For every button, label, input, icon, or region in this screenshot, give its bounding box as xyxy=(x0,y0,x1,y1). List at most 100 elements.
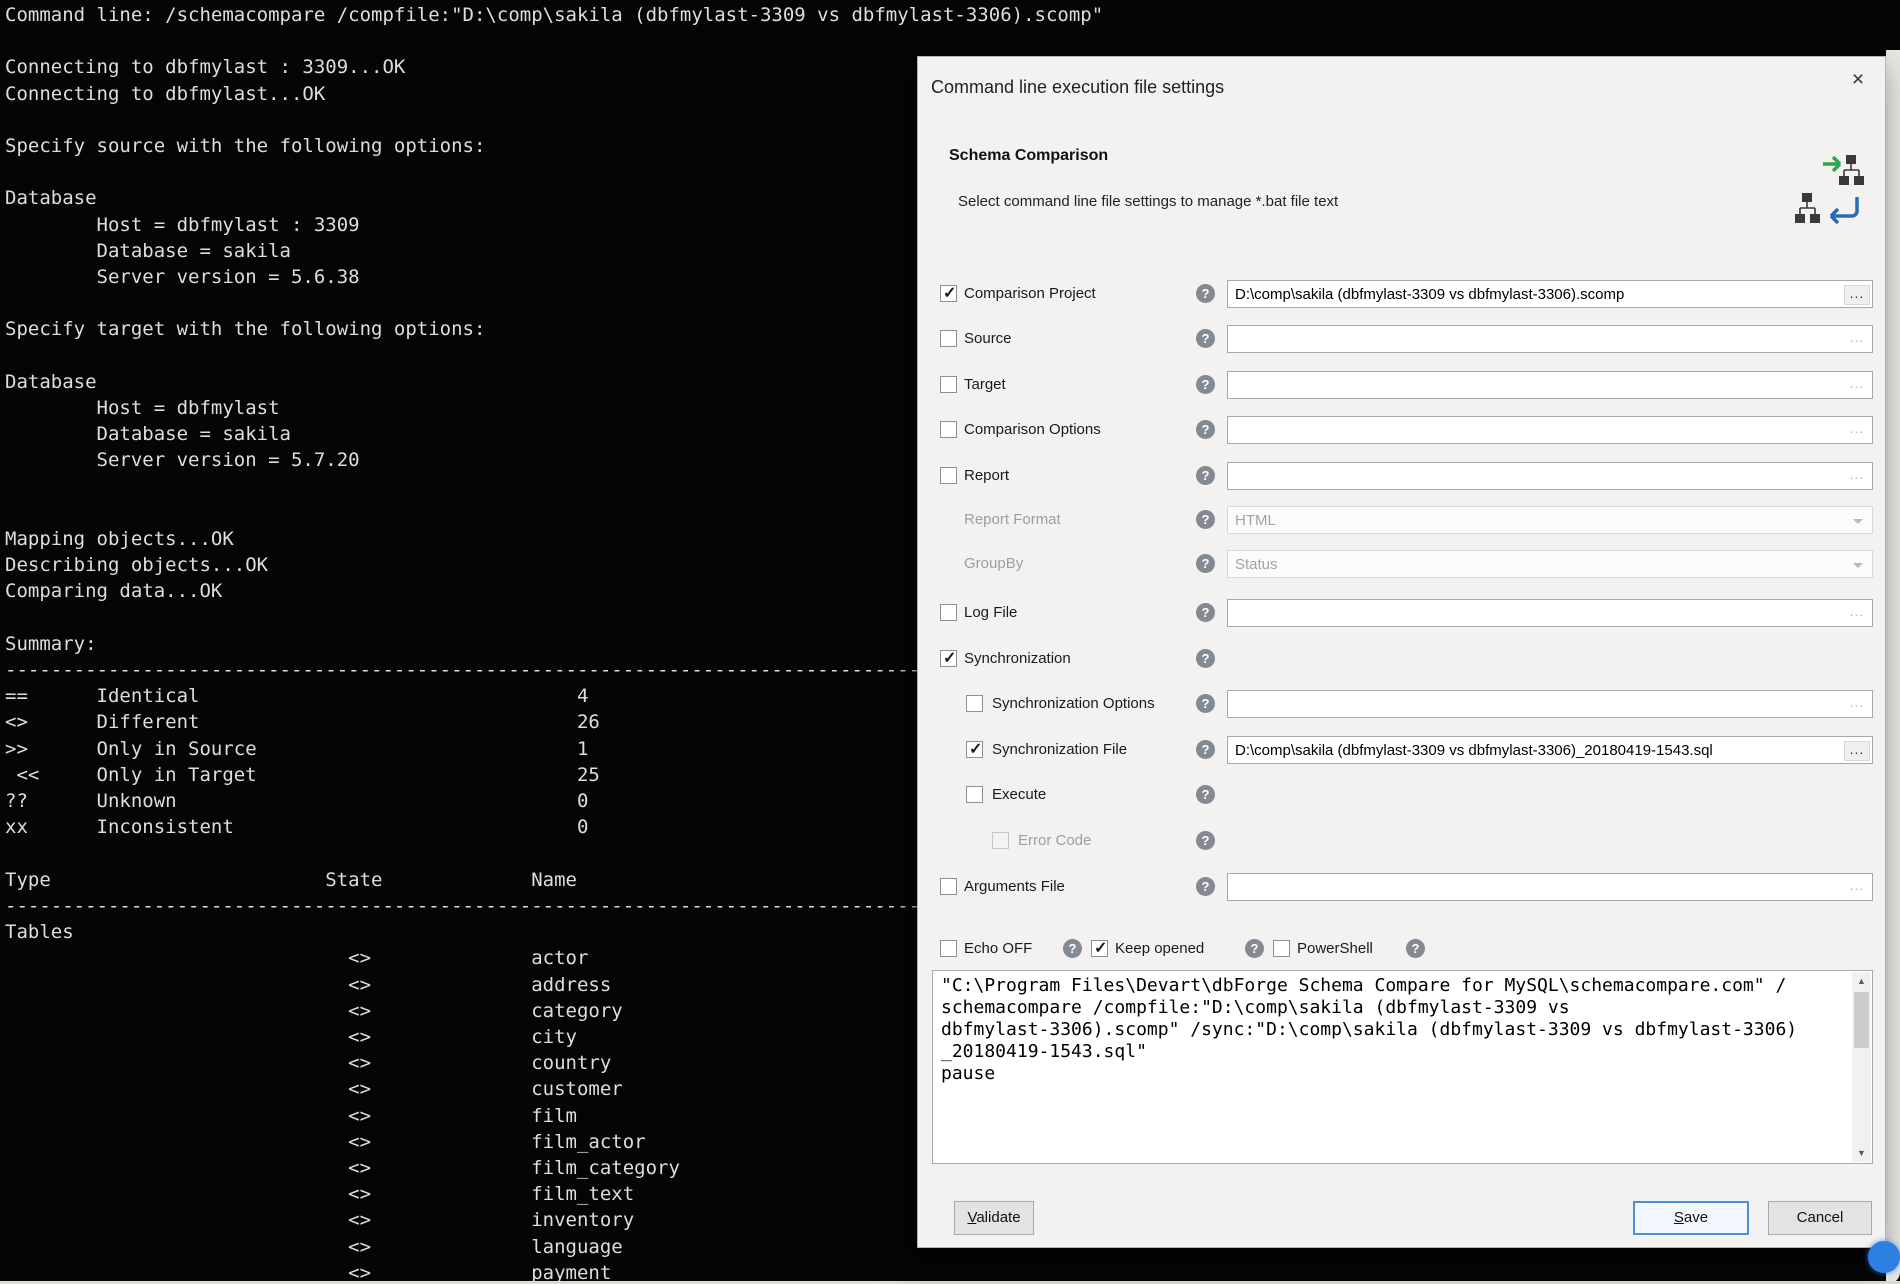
synchronization-label: Synchronization xyxy=(964,650,1071,667)
execute-checkbox[interactable] xyxy=(966,786,983,803)
powershell-label: PowerShell xyxy=(1297,940,1373,957)
help-icon[interactable]: ? xyxy=(1063,939,1082,958)
row-log-file: Log File ? ... xyxy=(918,598,1885,628)
synchronization-options-input[interactable]: ... xyxy=(1227,690,1873,718)
report-input[interactable]: ... xyxy=(1227,462,1873,490)
report-format-value: HTML xyxy=(1235,512,1276,529)
help-icon[interactable]: ? xyxy=(1196,466,1215,485)
error-code-label: Error Code xyxy=(1018,832,1091,849)
browse-button[interactable]: ... xyxy=(1844,741,1870,761)
help-icon[interactable]: ? xyxy=(1196,284,1215,303)
synchronization-file-value: D:\comp\sakila (dbfmylast-3309 vs dbfmyl… xyxy=(1235,742,1713,759)
source-input[interactable]: ... xyxy=(1227,325,1873,353)
scroll-up-icon[interactable] xyxy=(1852,972,1871,990)
browse-button[interactable]: ... xyxy=(1844,376,1870,396)
source-label: Source xyxy=(964,330,1012,347)
row-execute: Execute ? xyxy=(918,780,1885,810)
browse-button[interactable]: ... xyxy=(1844,604,1870,624)
help-icon[interactable]: ? xyxy=(1196,649,1215,668)
bat-text-area[interactable]: "C:\Program Files\Devart\dbForge Schema … xyxy=(932,970,1873,1164)
help-icon[interactable]: ? xyxy=(1196,740,1215,759)
row-error-code: Error Code ? xyxy=(918,826,1885,856)
dialog-title: Command line execution file settings xyxy=(931,77,1224,98)
row-target: Target ? ... xyxy=(918,370,1885,400)
groupby-label: GroupBy xyxy=(964,555,1023,572)
bat-text: "C:\Program Files\Devart\dbForge Schema … xyxy=(933,971,1872,1089)
synchronization-file-input[interactable]: D:\comp\sakila (dbfmylast-3309 vs dbfmyl… xyxy=(1227,736,1873,764)
comparison-project-label: Comparison Project xyxy=(964,285,1096,302)
comparison-project-value: D:\comp\sakila (dbfmylast-3309 vs dbfmyl… xyxy=(1235,286,1624,303)
screen: Command line: /schemacompare /compfile:"… xyxy=(0,0,1900,1284)
arguments-file-input[interactable]: ... xyxy=(1227,873,1873,901)
help-icon[interactable]: ? xyxy=(1196,554,1215,573)
help-icon[interactable]: ? xyxy=(1406,939,1425,958)
schema-comparison-sync-icon xyxy=(1793,153,1869,229)
row-groupby: GroupBy ? Status xyxy=(918,549,1885,579)
section-subtitle: Select command line file settings to man… xyxy=(958,193,1338,210)
pointer-highlight xyxy=(1868,1241,1900,1273)
row-source: Source ? ... xyxy=(918,324,1885,354)
execute-label: Execute xyxy=(992,786,1046,803)
target-label: Target xyxy=(964,376,1006,393)
report-format-label: Report Format xyxy=(964,511,1061,528)
cancel-button[interactable]: Cancel xyxy=(1768,1201,1872,1235)
comparison-options-input[interactable]: ... xyxy=(1227,416,1873,444)
help-icon[interactable]: ? xyxy=(1196,877,1215,896)
row-arguments-file: Arguments File ? ... xyxy=(918,872,1885,902)
target-checkbox[interactable] xyxy=(940,376,957,393)
row-synchronization-file: Synchronization File ? D:\comp\sakila (d… xyxy=(918,735,1885,765)
echo-off-label: Echo OFF xyxy=(964,940,1032,957)
validate-button[interactable]: Validate xyxy=(954,1201,1034,1235)
report-checkbox[interactable] xyxy=(940,467,957,484)
scrollbar[interactable] xyxy=(1852,972,1871,1162)
synchronization-checkbox[interactable] xyxy=(940,650,957,667)
report-label: Report xyxy=(964,467,1009,484)
synchronization-options-label: Synchronization Options xyxy=(992,695,1155,712)
scroll-down-icon[interactable] xyxy=(1852,1144,1871,1162)
log-file-checkbox[interactable] xyxy=(940,604,957,621)
comparison-options-label: Comparison Options xyxy=(964,421,1101,438)
help-icon[interactable]: ? xyxy=(1196,603,1215,622)
help-icon[interactable]: ? xyxy=(1196,329,1215,348)
browse-button[interactable]: ... xyxy=(1844,421,1870,441)
close-icon[interactable]: × xyxy=(1845,67,1871,93)
arguments-file-checkbox[interactable] xyxy=(940,878,957,895)
keep-opened-checkbox[interactable] xyxy=(1091,940,1108,957)
help-icon[interactable]: ? xyxy=(1196,375,1215,394)
browse-button[interactable]: ... xyxy=(1844,695,1870,715)
row-comparison-project: Comparison Project ? D:\comp\sakila (dbf… xyxy=(918,279,1885,309)
row-report-format: Report Format ? HTML xyxy=(918,505,1885,535)
comparison-project-input[interactable]: D:\comp\sakila (dbfmylast-3309 vs dbfmyl… xyxy=(1227,280,1873,308)
save-button[interactable]: Save xyxy=(1633,1201,1749,1235)
source-checkbox[interactable] xyxy=(940,330,957,347)
row-report: Report ? ... xyxy=(918,461,1885,491)
echo-off-checkbox[interactable] xyxy=(940,940,957,957)
synchronization-file-checkbox[interactable] xyxy=(966,741,983,758)
log-file-label: Log File xyxy=(964,604,1017,621)
row-synchronization-options: Synchronization Options ? ... xyxy=(918,689,1885,719)
browse-button[interactable]: ... xyxy=(1844,878,1870,898)
scrollbar-thumb[interactable] xyxy=(1854,992,1869,1048)
help-icon[interactable]: ? xyxy=(1196,510,1215,529)
comparison-options-checkbox[interactable] xyxy=(940,421,957,438)
target-input[interactable]: ... xyxy=(1227,371,1873,399)
help-icon[interactable]: ? xyxy=(1245,939,1264,958)
help-icon[interactable]: ? xyxy=(1196,420,1215,439)
chevron-down-icon xyxy=(1853,563,1863,568)
browse-button[interactable]: ... xyxy=(1844,330,1870,350)
row-flags: Echo OFF ? Keep opened ? PowerShell ? xyxy=(918,934,1885,964)
log-file-input[interactable]: ... xyxy=(1227,599,1873,627)
row-synchronization: Synchronization ? xyxy=(918,644,1885,674)
powershell-checkbox[interactable] xyxy=(1273,940,1290,957)
window-edge-right xyxy=(1886,50,1900,1284)
browse-button[interactable]: ... xyxy=(1844,467,1870,487)
browse-button[interactable]: ... xyxy=(1844,285,1870,305)
row-comparison-options: Comparison Options ? ... xyxy=(918,415,1885,445)
help-icon[interactable]: ? xyxy=(1196,831,1215,850)
help-icon[interactable]: ? xyxy=(1196,785,1215,804)
synchronization-options-checkbox[interactable] xyxy=(966,695,983,712)
error-code-checkbox xyxy=(992,832,1009,849)
comparison-project-checkbox[interactable] xyxy=(940,285,957,302)
synchronization-file-label: Synchronization File xyxy=(992,741,1127,758)
help-icon[interactable]: ? xyxy=(1196,694,1215,713)
